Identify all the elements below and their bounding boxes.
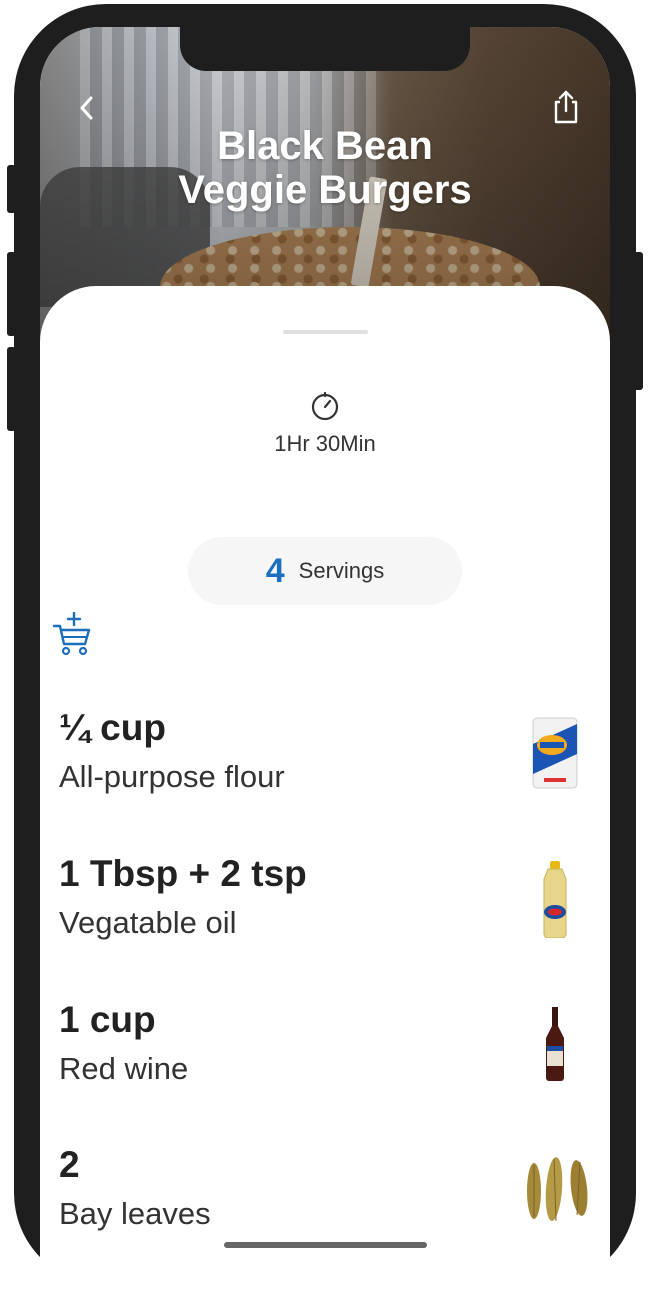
flour-bag-icon bbox=[532, 717, 578, 789]
servings-selector[interactable]: 4 Servings bbox=[188, 537, 462, 605]
ingredient-name: All-purpose flour bbox=[59, 759, 285, 794]
ingredient-amount: 1 Tbsp + 2 tsp bbox=[59, 853, 307, 894]
ingredient-item[interactable]: 1 Tbsp + 2 tsp Vegatable oil bbox=[59, 852, 579, 943]
recipe-title-line-1: Black Bean bbox=[217, 124, 433, 168]
chevron-left-icon[interactable] bbox=[74, 93, 102, 123]
bay-leaves-icon bbox=[527, 1157, 588, 1222]
add-to-cart-icon[interactable] bbox=[52, 612, 92, 658]
wine-bottle-icon bbox=[546, 1007, 564, 1081]
recipe-title-line-2: Veggie Burgers bbox=[178, 168, 472, 212]
home-indicator[interactable] bbox=[224, 1242, 427, 1248]
ingredient-item[interactable]: ¼ cup All-purpose flour bbox=[59, 706, 579, 797]
recipe-title: Black Bean Veggie Burgers bbox=[100, 124, 550, 212]
ingredient-amount: 2 bbox=[59, 1144, 80, 1185]
servings-label: Servings bbox=[298, 558, 385, 583]
oil-bottle-icon bbox=[543, 861, 567, 938]
ingredient-name: Bay leaves bbox=[59, 1196, 211, 1231]
ingredient-item[interactable]: 1 cup Red wine bbox=[59, 998, 579, 1089]
timer-icon bbox=[311, 391, 339, 421]
servings-count: 4 bbox=[265, 551, 285, 590]
ingredient-item[interactable]: 2 Bay leaves bbox=[59, 1143, 579, 1234]
ingredient-name: Red wine bbox=[59, 1051, 189, 1086]
cook-time: 1Hr 30Min bbox=[274, 431, 376, 456]
phone-notch bbox=[180, 27, 470, 71]
ingredient-amount: 1 cup bbox=[59, 999, 156, 1040]
sheet-drag-handle[interactable] bbox=[283, 330, 368, 334]
share-icon[interactable] bbox=[552, 89, 580, 125]
ingredient-name: Vegatable oil bbox=[59, 905, 237, 940]
ingredient-amount: ¼ cup bbox=[59, 707, 166, 748]
